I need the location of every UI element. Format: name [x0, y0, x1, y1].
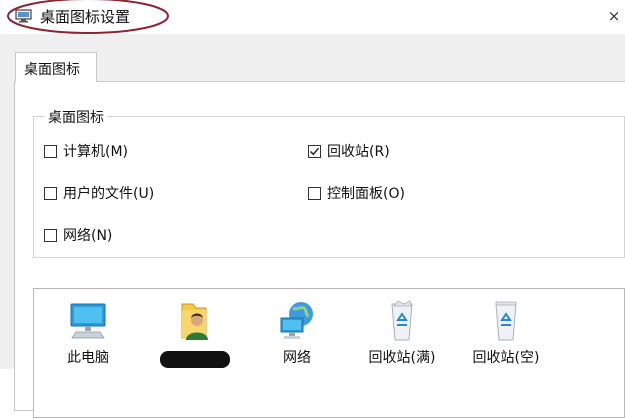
checkbox-label: 计算机(M) [63, 144, 129, 160]
recycle-bin-empty-icon [486, 298, 526, 342]
redaction-mark [160, 351, 230, 368]
icon-item-recycle-bin-full[interactable]: 回收站(满) [357, 289, 447, 419]
icon-caption: 回收站(空) [472, 350, 540, 366]
icon-caption: 此电脑 [67, 350, 109, 366]
icon-item-user-files[interactable] [148, 289, 238, 419]
checkbox-computer[interactable]: 计算机(M) [44, 141, 128, 161]
recycle-bin-full-icon [382, 298, 422, 342]
icon-caption: 网络 [283, 350, 311, 366]
checkbox-box[interactable] [308, 144, 321, 158]
tab-label: 桌面图标 [24, 62, 80, 78]
checkbox-label: 用户的文件(U) [63, 186, 155, 202]
desktop-settings-icon [15, 8, 32, 23]
checkbox-label: 控制面板(O) [327, 186, 405, 202]
window-title: 桌面图标设置 [40, 8, 131, 26]
checkbox-box[interactable] [44, 228, 57, 242]
checkbox-recycle-bin[interactable]: 回收站(R) [308, 141, 390, 161]
checkbox-label: 回收站(R) [327, 144, 390, 160]
title-bar: 桌面图标设置 × [0, 0, 625, 34]
network-icon [277, 298, 317, 342]
tab-desktop-icons[interactable]: 桌面图标 [15, 52, 97, 82]
icon-item-this-pc[interactable]: 此电脑 [43, 289, 133, 419]
checkbox-box[interactable] [44, 186, 57, 200]
tab-panel: 桌面图标 计算机(M) 回收站(R) 用户的文件(U) 控制面板(O) 网络(N… [14, 81, 625, 418]
groupbox-label: 桌面图标 [44, 107, 108, 127]
checkbox-control-panel[interactable]: 控制面板(O) [308, 183, 405, 203]
checkbox-user-files[interactable]: 用户的文件(U) [44, 183, 154, 203]
computer-icon [68, 298, 108, 342]
icon-item-recycle-bin-empty[interactable]: 回收站(空) [461, 289, 551, 419]
user-files-icon [173, 298, 213, 342]
icon-caption: 回收站(满) [368, 350, 436, 366]
checkbox-box[interactable] [308, 186, 321, 200]
close-button[interactable]: × [606, 6, 622, 26]
desktop-icons-groupbox: 桌面图标 计算机(M) 回收站(R) 用户的文件(U) 控制面板(O) 网络(N… [33, 107, 625, 258]
dialog-body: 桌面图标 桌面图标 计算机(M) 回收站(R) 用户的文件(U) 控制面板(O)… [0, 34, 625, 418]
checkbox-label: 网络(N) [63, 228, 113, 244]
checkbox-network[interactable]: 网络(N) [44, 225, 112, 245]
icon-list: 此电脑 网络 回收站(满) 回收站(空) [33, 288, 625, 418]
checkbox-box[interactable] [44, 144, 57, 158]
icon-item-network[interactable]: 网络 [252, 289, 342, 419]
check-icon [309, 147, 320, 155]
